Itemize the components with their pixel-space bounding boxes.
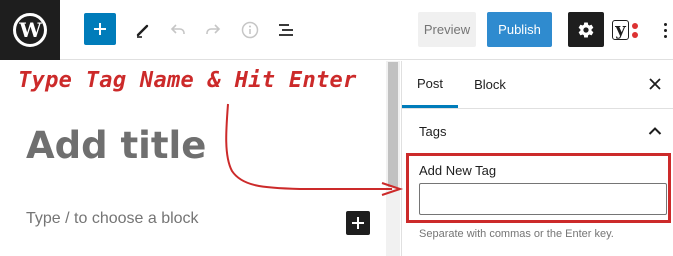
editor-toolbar: W Preview Publish y [0, 0, 673, 60]
plus-icon [352, 217, 364, 229]
gear-icon [578, 22, 594, 38]
block-inserter-button[interactable] [346, 211, 370, 235]
close-sidebar-button[interactable] [645, 73, 665, 95]
annotation-caption: Type Tag Name & Hit Enter [18, 68, 357, 93]
block-appender[interactable]: Type / to choose a block [26, 210, 199, 228]
undo-icon [170, 24, 185, 34]
wordpress-logo-button[interactable]: W [0, 0, 60, 60]
settings-button[interactable] [568, 12, 604, 47]
tags-panel-toggle[interactable] [646, 122, 664, 140]
more-options-button[interactable] [659, 16, 671, 44]
add-new-tag-input[interactable] [419, 183, 667, 215]
list-view-button[interactable] [272, 16, 300, 44]
tabs-divider [402, 108, 673, 109]
yoast-icon: y [612, 20, 629, 40]
close-icon [649, 78, 661, 90]
tab-block[interactable]: Block [462, 61, 518, 108]
pencil-icon [136, 24, 149, 38]
tools-button[interactable] [129, 16, 157, 44]
yoast-status-dots [632, 22, 638, 38]
wordpress-icon: W [13, 13, 47, 47]
editor-scrollbar-thumb[interactable] [388, 62, 398, 187]
block-editor-screen: W Preview Publish y Type Tag Name & Hit … [0, 0, 673, 256]
redo-button[interactable] [199, 16, 227, 44]
details-button[interactable] [236, 16, 264, 44]
tags-help-text: Separate with commas or the Enter key. [419, 228, 614, 240]
publish-button[interactable]: Publish [487, 12, 552, 47]
post-title-field[interactable]: Add title [26, 124, 206, 167]
tags-panel-title[interactable]: Tags [419, 124, 446, 139]
redo-icon [206, 24, 221, 34]
tab-post[interactable]: Post [402, 61, 458, 108]
add-new-tag-label: Add New Tag [419, 163, 497, 178]
preview-button[interactable]: Preview [418, 12, 476, 47]
chevron-up-icon [648, 127, 662, 135]
plus-icon [94, 23, 106, 35]
info-icon [241, 21, 259, 39]
yoast-seo-button[interactable]: y [612, 16, 646, 44]
more-vertical-icon [663, 22, 667, 26]
add-block-button[interactable] [84, 13, 116, 45]
undo-button[interactable] [164, 16, 192, 44]
list-view-icon [279, 24, 293, 36]
